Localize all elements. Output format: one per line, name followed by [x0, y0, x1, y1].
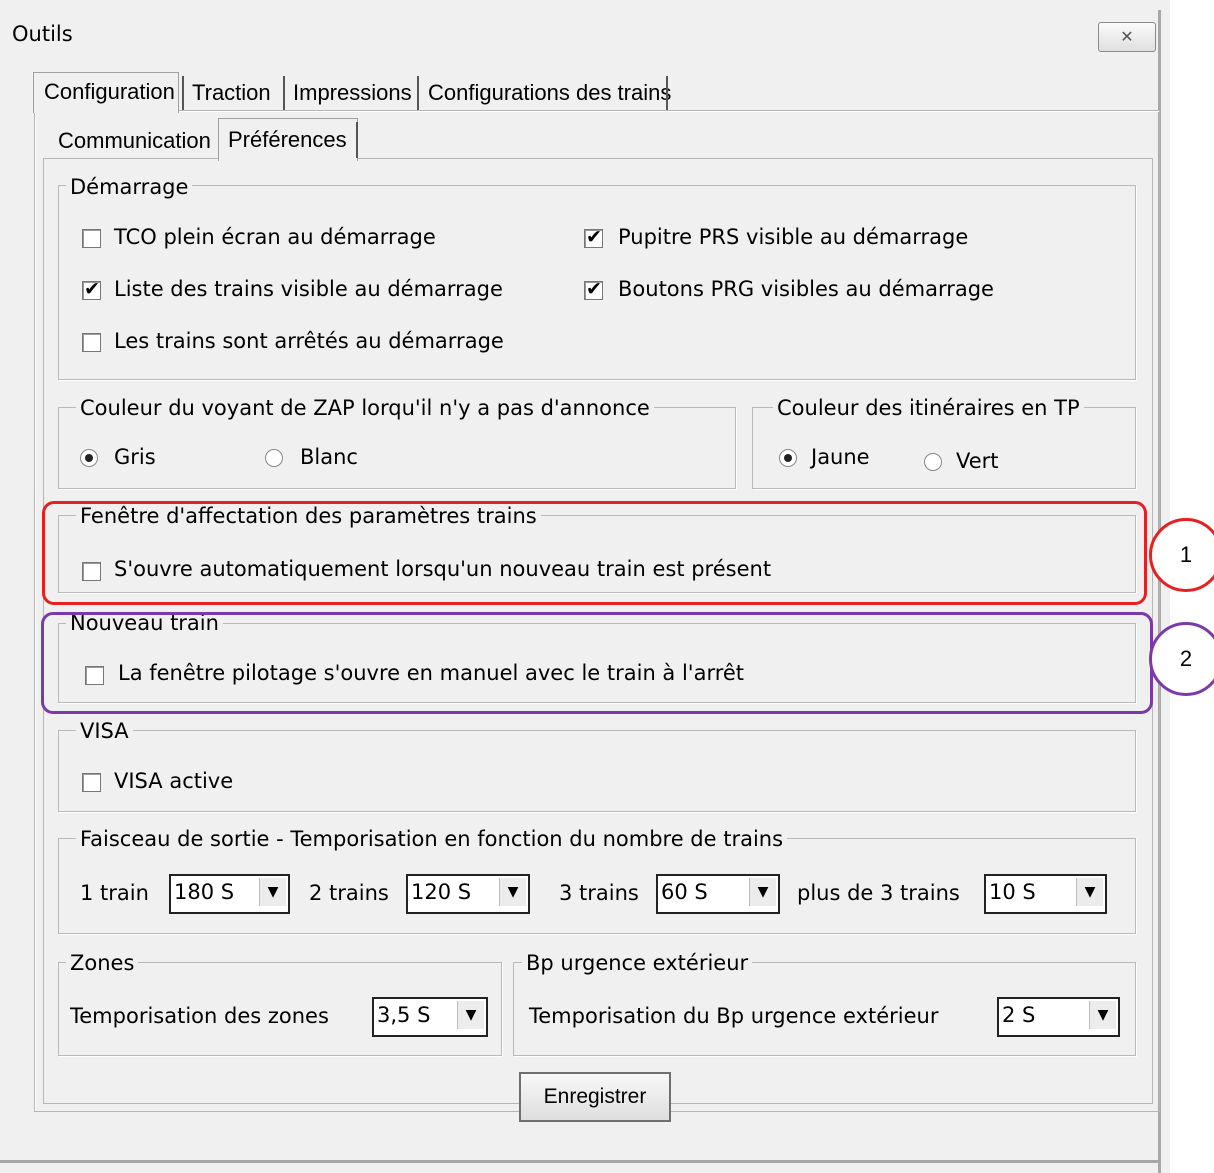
tab-configurations-des-trains[interactable]: Configurations des trains: [428, 80, 671, 106]
checkbox-pupitre-prs[interactable]: [584, 226, 603, 248]
save-button[interactable]: Enregistrer: [519, 1072, 671, 1122]
radio-blanc[interactable]: [265, 449, 283, 467]
window-title: Outils: [12, 22, 73, 46]
group-label: Couleur des itinéraires en TP: [773, 396, 1084, 420]
checkbox-liste-trains[interactable]: [82, 278, 101, 300]
tab-traction[interactable]: Traction: [192, 80, 271, 106]
chevron-down-icon: ▼: [1076, 878, 1103, 906]
tab-separator: [283, 76, 285, 110]
select-plus-de-3-trains[interactable]: 10 S ▼: [984, 874, 1107, 914]
checkbox-tco-plein-ecran[interactable]: [82, 229, 101, 248]
highlight-box-1: [42, 501, 1147, 605]
chevron-down-icon: ▼: [259, 878, 286, 906]
group-label: VISA: [76, 719, 133, 743]
field-label: 2 trains: [309, 881, 389, 905]
checkbox-label: TCO plein écran au démarrage: [114, 225, 436, 249]
tab-separator: [417, 76, 419, 110]
annotation-marker-2: 2: [1149, 622, 1214, 696]
checkbox-boutons-prg[interactable]: [584, 278, 603, 300]
select-temporisation-bp[interactable]: 2 S ▼: [997, 997, 1120, 1037]
field-label: 3 trains: [559, 881, 639, 905]
group-label: Démarrage: [66, 175, 193, 199]
subtab-communication[interactable]: Communication: [58, 128, 211, 154]
subtab-preferences[interactable]: Préférences: [218, 118, 358, 161]
checkbox-visa-active[interactable]: [82, 773, 101, 792]
tab-impressions[interactable]: Impressions: [293, 80, 412, 106]
group-label: Faisceau de sortie - Temporisation en fo…: [76, 827, 788, 851]
tab-separator: [356, 122, 358, 158]
close-icon: ✕: [1120, 27, 1134, 46]
annotation-marker-1: 1: [1149, 518, 1214, 592]
select-1-train[interactable]: 180 S ▼: [169, 874, 290, 914]
field-label: Temporisation du Bp urgence extérieur: [529, 1004, 939, 1028]
radio-label: Vert: [956, 449, 999, 473]
tab-separator: [666, 76, 668, 110]
checkbox-label: Boutons PRG visibles au démarrage: [618, 277, 994, 301]
radio-label: Gris: [114, 445, 156, 469]
radio-label: Blanc: [300, 445, 358, 469]
radio-gris[interactable]: [80, 449, 98, 467]
chevron-down-icon: ▼: [1089, 1001, 1116, 1029]
checkbox-label: Les trains sont arrêtés au démarrage: [114, 329, 504, 353]
select-3-trains[interactable]: 60 S ▼: [656, 874, 780, 914]
tab-label: Configuration: [44, 79, 175, 104]
select-2-trains[interactable]: 120 S ▼: [406, 874, 530, 914]
radio-label: Jaune: [811, 445, 870, 469]
group-label: Bp urgence extérieur: [522, 951, 753, 975]
group-label: Couleur du voyant de ZAP lorqu'il n'y a …: [76, 396, 654, 420]
field-label: Temporisation des zones: [70, 1004, 329, 1028]
checkbox-trains-arretes[interactable]: [82, 333, 101, 352]
field-label: plus de 3 trains: [797, 881, 960, 905]
close-button[interactable]: ✕: [1098, 22, 1156, 52]
radio-jaune[interactable]: [779, 449, 797, 467]
window-border-bottom: [0, 1160, 1161, 1163]
tab-separator: [182, 76, 184, 110]
select-temporisation-zones[interactable]: 3,5 S ▼: [372, 997, 488, 1037]
title-bar: [0, 10, 1170, 56]
chevron-down-icon: ▼: [499, 878, 526, 906]
checkbox-label: VISA active: [114, 769, 234, 793]
checkbox-label: Liste des trains visible au démarrage: [114, 277, 503, 301]
group-label: Zones: [66, 951, 139, 975]
chevron-down-icon: ▼: [749, 878, 776, 906]
checkbox-label: Pupitre PRS visible au démarrage: [618, 225, 969, 249]
highlight-box-2: [41, 612, 1153, 714]
subtab-label: Préférences: [228, 127, 347, 152]
field-label: 1 train: [80, 881, 149, 905]
tab-configuration[interactable]: Configuration: [33, 72, 179, 113]
chevron-down-icon: ▼: [457, 1001, 484, 1029]
radio-vert[interactable]: [924, 453, 942, 471]
